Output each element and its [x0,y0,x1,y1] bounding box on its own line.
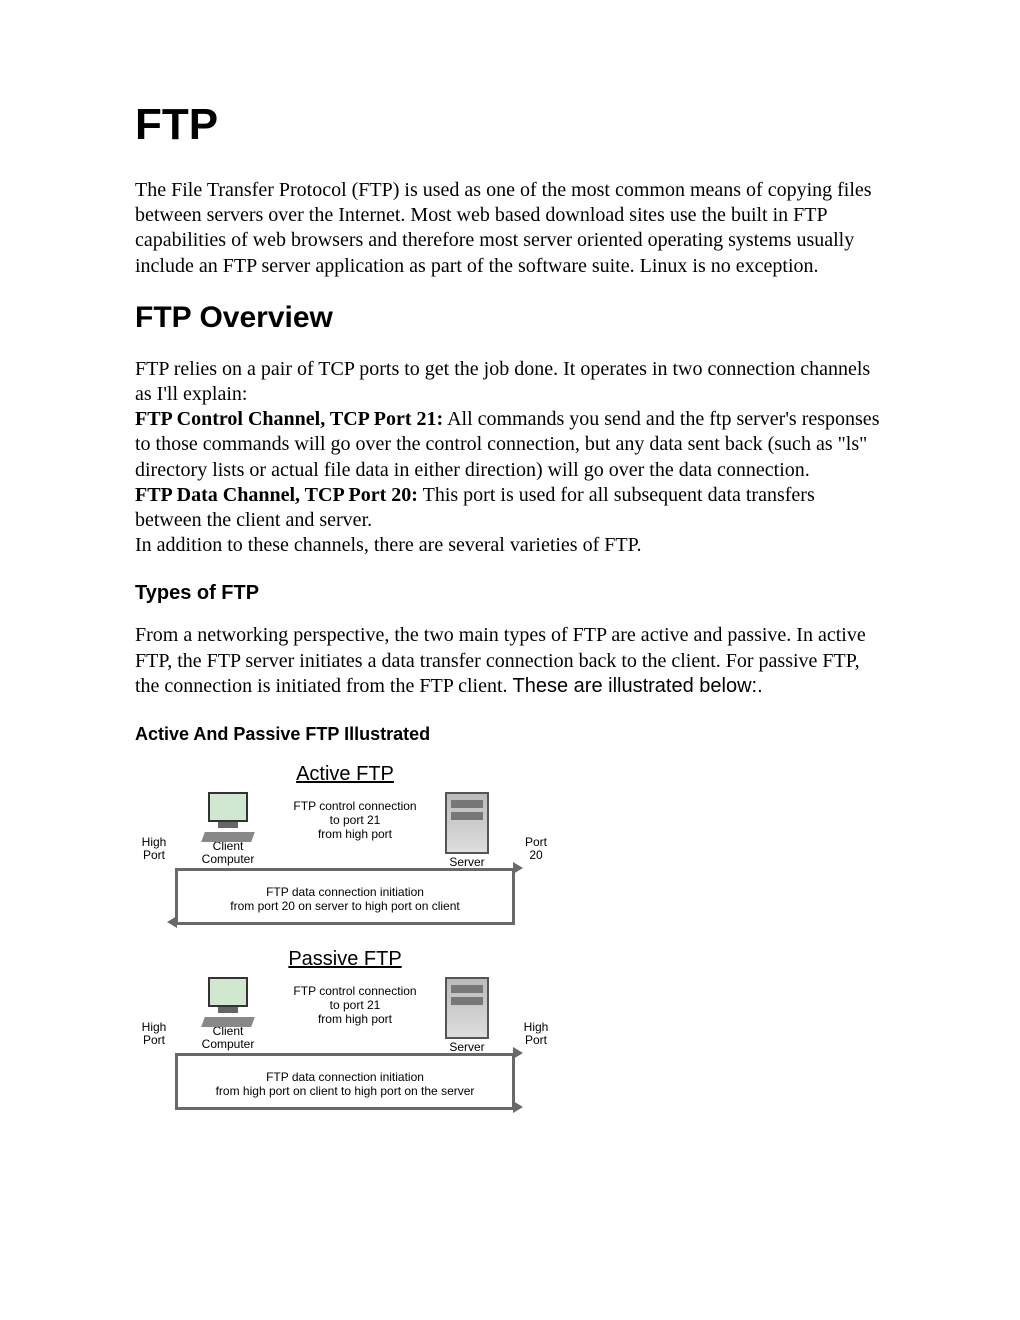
passive-right-2: Port [525,1033,547,1047]
active-left-1: High [142,835,167,849]
active-left-label: High Port [131,836,177,862]
active-right-2: 20 [529,848,542,862]
server-icon [445,977,489,1039]
passive-ctrl-2: to port 21 [330,998,381,1012]
passive-server-label: Server [449,1040,484,1054]
ftp-diagram: Active FTP High Port Client Computer FTP… [135,763,555,1115]
overview-p1: FTP relies on a pair of TCP ports to get… [135,358,870,405]
passive-client-2: Computer [202,1037,255,1051]
active-right-1: Port [525,835,547,849]
computer-icon [201,792,255,838]
passive-server: Server [437,977,497,1054]
passive-left-label: High Port [131,1021,177,1047]
passive-ftp-panel: Passive FTP High Port Client Computer FT… [135,948,555,1115]
passive-left-2: Port [143,1033,165,1047]
active-ctrl-3: from high port [318,827,392,841]
passive-title: Passive FTP [135,948,555,971]
active-ftp-panel: Active FTP High Port Client Computer FTP… [135,763,555,930]
active-server: Server [437,792,497,869]
active-server-label: Server [449,855,484,869]
types-paragraph: From a networking perspective, the two m… [135,623,885,700]
active-client-2: Computer [202,852,255,866]
illustrated-heading: Active And Passive FTP Illustrated [135,724,885,745]
passive-ctrl-3: from high port [318,1012,392,1026]
passive-data-2: from high port on client to high port on… [216,1084,475,1098]
active-data-caption: FTP data connection initiation from port… [135,884,555,914]
active-data-1: FTP data connection initiation [266,885,424,899]
server-icon [445,792,489,854]
types-sans-text: These are illustrated below:. [513,675,763,697]
passive-data-1: FTP data connection initiation [266,1070,424,1084]
intro-paragraph: The File Transfer Protocol (FTP) is used… [135,178,885,279]
active-ctrl-2: to port 21 [330,813,381,827]
passive-left-1: High [142,1020,167,1034]
overview-p3: In addition to these channels, there are… [135,534,642,556]
passive-right-1: High [524,1020,549,1034]
passive-right-label: High Port [513,1021,559,1047]
data-channel-label: FTP Data Channel, TCP Port 20: [135,484,418,506]
active-client: Client Computer [193,792,263,866]
passive-ctrl-1: FTP control connection [293,984,416,998]
overview-body: FTP relies on a pair of TCP ports to get… [135,357,885,559]
active-ctrl-1: FTP control connection [293,799,416,813]
active-data-2: from port 20 on server to high port on c… [230,899,459,913]
overview-heading: FTP Overview [135,301,885,335]
active-right-label: Port 20 [513,836,559,862]
active-left-2: Port [143,848,165,862]
passive-data-caption: FTP data connection initiation from high… [135,1069,555,1099]
passive-client: Client Computer [193,977,263,1051]
page-title: FTP [135,100,885,150]
passive-ctrl-text: FTP control connection to port 21 from h… [275,985,435,1026]
control-channel-label: FTP Control Channel, TCP Port 21: [135,408,443,430]
computer-icon [201,977,255,1023]
active-ctrl-text: FTP control connection to port 21 from h… [275,800,435,841]
active-title: Active FTP [135,763,555,786]
types-heading: Types of FTP [135,582,885,605]
